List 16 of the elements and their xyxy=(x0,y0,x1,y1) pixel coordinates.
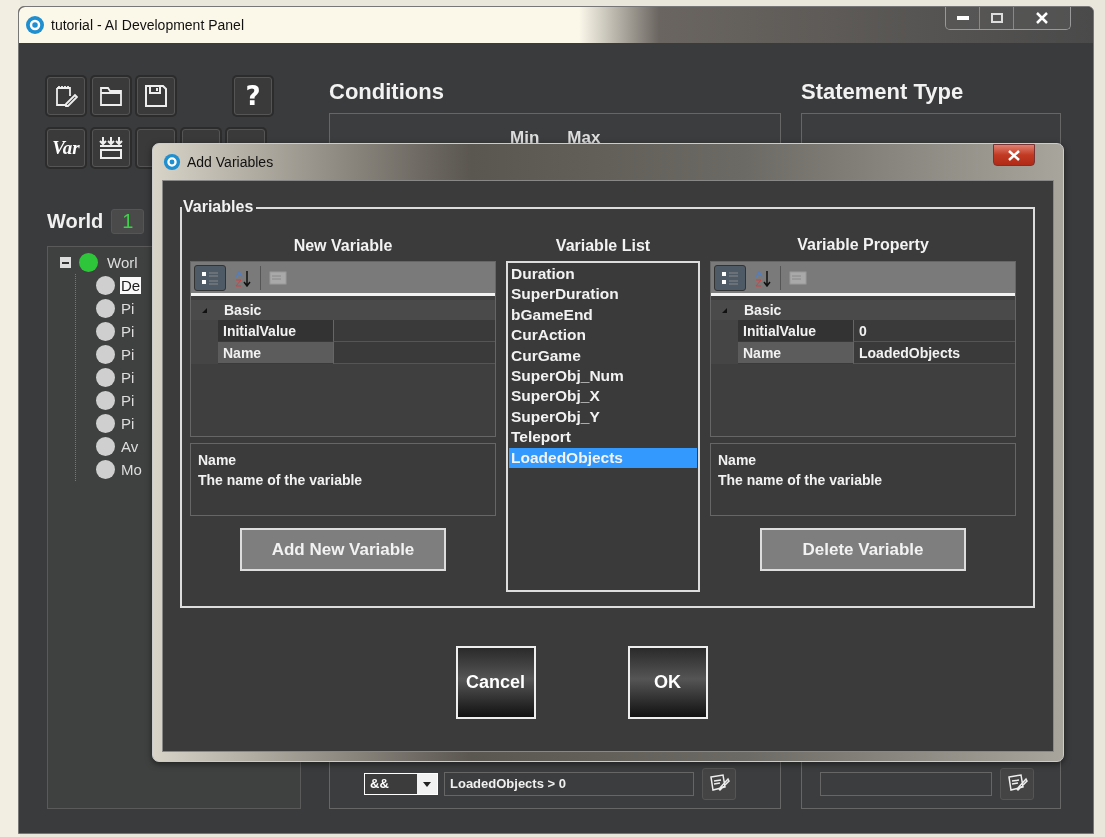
panel-heading: Variable Property xyxy=(796,236,930,251)
column-header: Min xyxy=(510,128,540,148)
panel-heading: New Variable xyxy=(292,237,394,256)
panel-heading: Variable List xyxy=(555,237,651,256)
description-title: Name xyxy=(718,451,758,470)
column-header: Max xyxy=(567,128,601,148)
world-label: World xyxy=(47,210,104,233)
description-title: Name xyxy=(198,451,238,470)
category-label: Basic xyxy=(744,302,782,318)
dialog-title: Add Variables xyxy=(187,154,274,170)
window-title: tutorial - AI Development Panel xyxy=(51,17,244,33)
statement-type-heading: Statement Type xyxy=(801,79,965,106)
conditions-heading: Conditions xyxy=(329,79,445,106)
category-label: Basic xyxy=(224,302,262,318)
description-text: The name of the variable xyxy=(198,471,364,490)
description-text: The name of the variable xyxy=(718,471,884,490)
